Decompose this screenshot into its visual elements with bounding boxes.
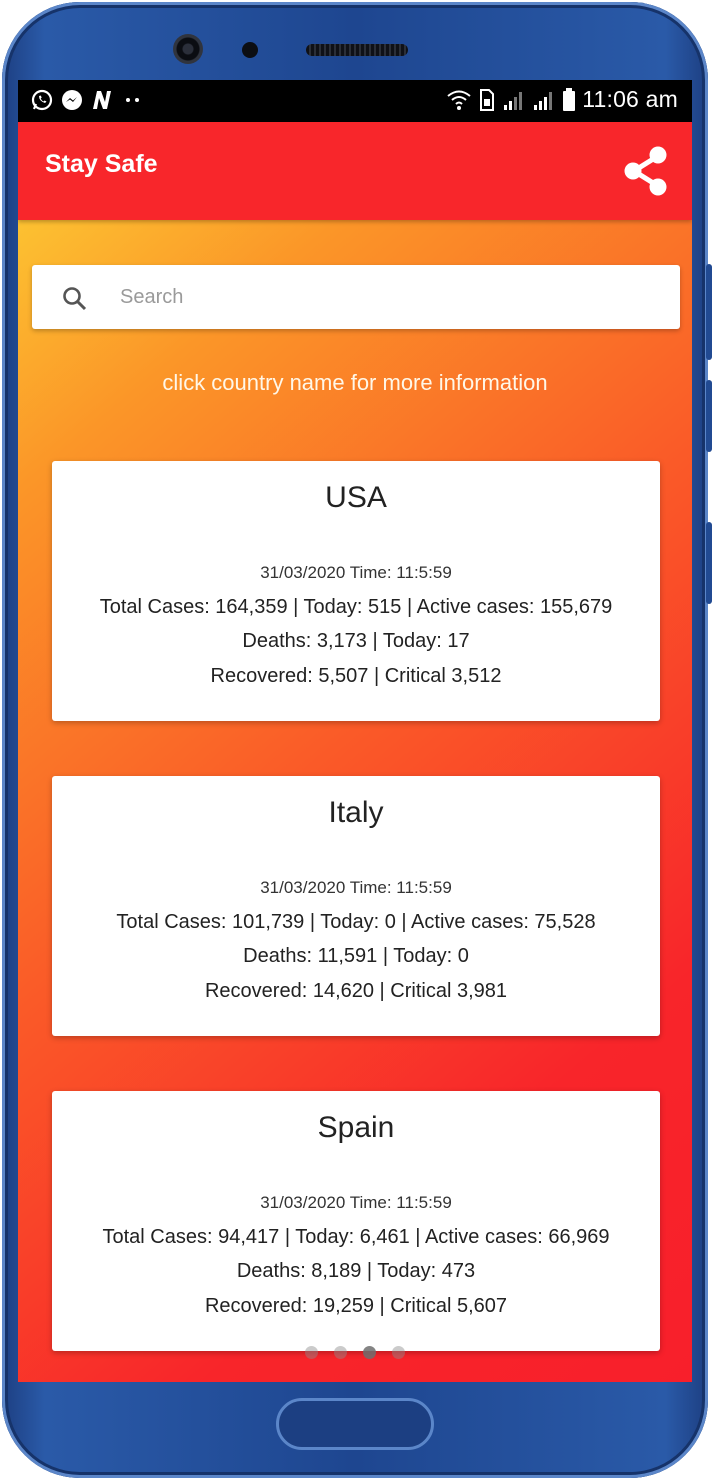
page-indicator [305, 1346, 405, 1359]
cases-line: Total Cases: 164,359 | Today: 515 | Acti… [99, 596, 613, 618]
country-card-spain: Spain 31/03/2020 Time: 11:5:59 Total Cas… [52, 1091, 660, 1351]
country-card-usa: USA 31/03/2020 Time: 11:5:59 Total Cases… [52, 461, 660, 721]
page-dot[interactable] [305, 1346, 318, 1359]
screen: 11:06 am Stay Safe Search click country … [18, 80, 692, 1382]
messenger-icon [62, 90, 82, 110]
status-bar: 11:06 am [18, 80, 692, 122]
wifi-icon [447, 90, 471, 110]
n-app-icon [93, 91, 111, 109]
search-box[interactable] [32, 265, 680, 329]
update-timestamp: 31/03/2020 Time: 11:5:59 [260, 878, 452, 897]
share-button[interactable] [622, 144, 672, 198]
proximity-sensor [242, 42, 258, 58]
phone-frame: 11:06 am Stay Safe Search click country … [2, 2, 712, 1478]
cases-line: Total Cases: 94,417 | Today: 6,461 | Act… [102, 1226, 610, 1248]
battery-icon [563, 87, 576, 111]
deaths-line: Deaths: 8,189 | Today: 473 [236, 1260, 476, 1282]
page-dot[interactable] [392, 1346, 405, 1359]
status-left-icons [30, 88, 144, 112]
recovered-line: Recovered: 19,259 | Critical 5,607 [204, 1295, 508, 1317]
sim-icon [480, 88, 495, 111]
status-right-icons: 11:06 am [446, 86, 678, 113]
signal-icon [534, 91, 553, 110]
country-name-link[interactable]: Italy [52, 796, 660, 830]
earpiece-speaker [306, 44, 408, 56]
home-button[interactable] [276, 1398, 434, 1450]
recovered-line: Recovered: 5,507 | Critical 3,512 [210, 665, 502, 687]
app-title: Stay Safe [45, 150, 158, 178]
share-icon [624, 146, 667, 196]
cases-line: Total Cases: 101,739 | Today: 0 | Active… [116, 911, 596, 933]
recovered-line: Recovered: 14,620 | Critical 3,981 [204, 980, 508, 1002]
bixby-button [706, 380, 712, 452]
search-icon [63, 287, 87, 311]
power-button [706, 522, 712, 604]
volume-button [706, 264, 712, 360]
search-input[interactable] [120, 265, 660, 329]
hint-text: click country name for more information [162, 370, 548, 395]
country-name-link[interactable]: Spain [52, 1111, 660, 1145]
whatsapp-icon [31, 89, 53, 111]
country-card-italy: Italy 31/03/2020 Time: 11:5:59 Total Cas… [52, 776, 660, 1036]
signal-icon [504, 91, 523, 110]
more-dots-icon [126, 98, 139, 102]
status-time: 11:06 am [582, 86, 678, 112]
deaths-line: Deaths: 11,591 | Today: 0 [243, 945, 469, 967]
page-dot-active[interactable] [363, 1346, 376, 1359]
deaths-line: Deaths: 3,173 | Today: 17 [242, 630, 470, 652]
page-dot[interactable] [334, 1346, 347, 1359]
app-bar: Stay Safe [18, 122, 692, 220]
update-timestamp: 31/03/2020 Time: 11:5:59 [260, 563, 452, 582]
country-name-link[interactable]: USA [52, 481, 660, 515]
update-timestamp: 31/03/2020 Time: 11:5:59 [260, 1193, 452, 1212]
front-camera [173, 34, 203, 64]
